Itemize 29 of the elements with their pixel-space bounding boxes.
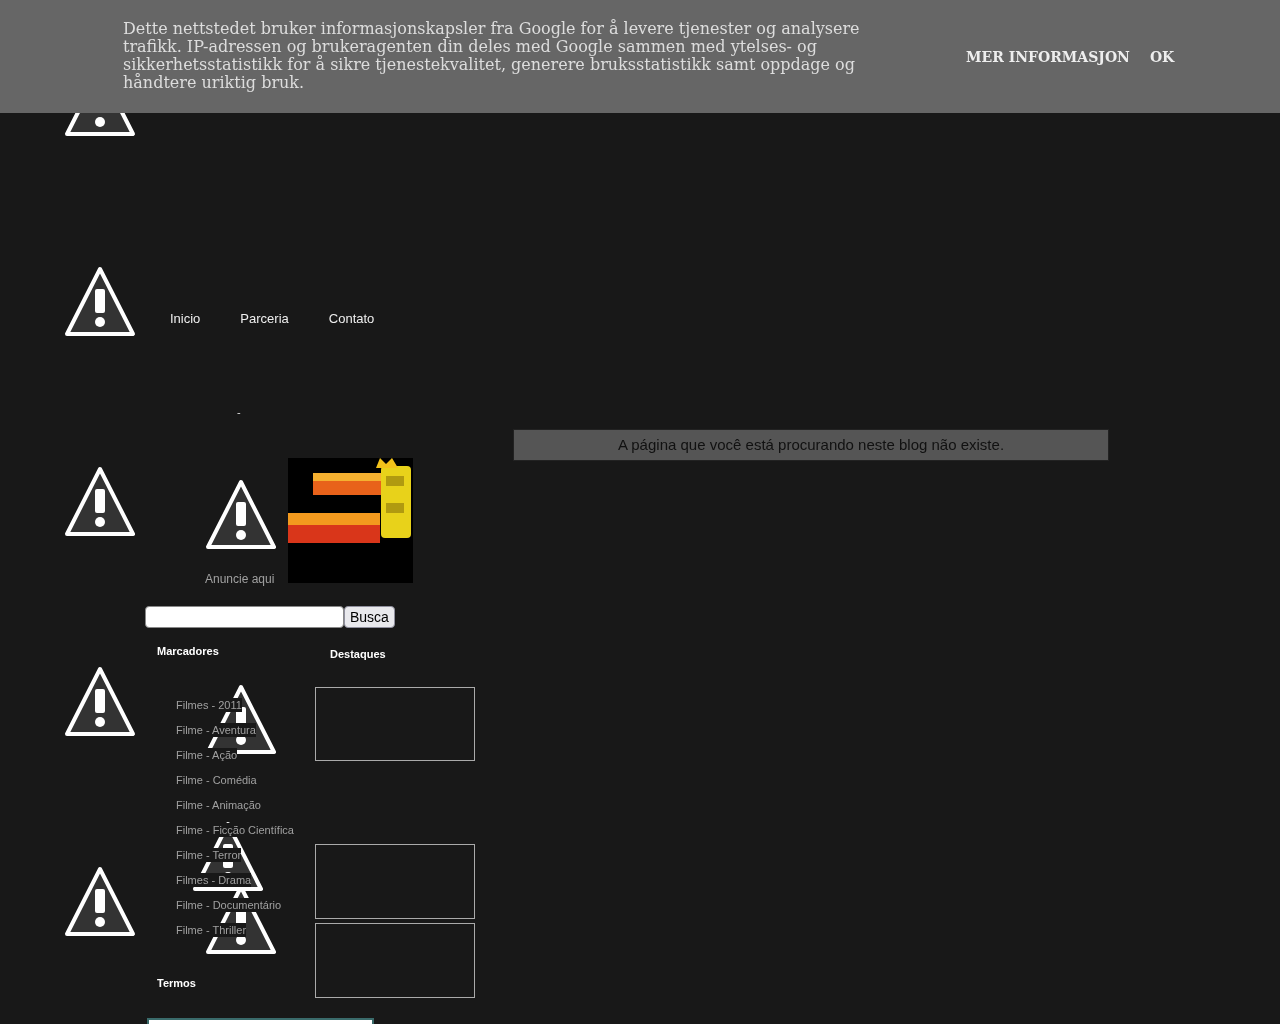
label-link[interactable]: Filme - Thriller — [176, 923, 247, 937]
advertise-text: Anuncie aqui — [205, 570, 275, 588]
label-link[interactable]: Filme - Ficção Científica — [176, 823, 294, 837]
label-link[interactable]: Filme - Terror — [176, 848, 242, 862]
label-link[interactable]: Filmes - Drama — [176, 873, 252, 887]
warning-icon — [205, 477, 277, 550]
nav-link[interactable]: Inicio — [170, 309, 201, 329]
cookie-message: Dette nettstedet bruker informasjonskapsler fra Google for å levere tjenester og analysere trafikk. IP-adressen og brukeragenten din deles med Google sammen med ytelses- og sikkerhetsstatistikk for å sikre tjenestekvalitet, generere bruksstatistikk samt oppdage og håndtere uriktig bruk. — [123, 20, 861, 92]
label-link[interactable]: Filme - Comédia — [176, 773, 257, 787]
label-link[interactable]: Filme - Aventura — [176, 723, 256, 737]
cookie-link[interactable]: OK — [1149, 47, 1175, 68]
search-button[interactable]: Busca — [344, 605, 395, 628]
section-heading: Termos — [157, 976, 196, 991]
error-message: A página que você está procurando neste blog não existe. — [513, 429, 1109, 461]
label-link[interactable]: Filme - Documentário — [176, 898, 282, 912]
warning-icon — [64, 265, 136, 337]
nav-link[interactable]: Parceria — [240, 309, 289, 329]
search-field[interactable] — [145, 605, 344, 628]
nav-link[interactable]: Contato — [328, 309, 375, 329]
label-link[interactable]: Filme - Ação — [176, 748, 238, 762]
label-link[interactable]: Filme - Animação — [176, 798, 261, 812]
section-heading: Destaques — [330, 646, 386, 662]
section-heading: Marcadores — [157, 643, 219, 659]
cookie-link[interactable]: MER INFORMASJON — [966, 47, 1130, 68]
warning-icon — [64, 665, 136, 737]
label-link[interactable]: Filmes - 2011 — [176, 698, 242, 712]
warning-icon — [64, 465, 136, 537]
warning-icon — [64, 865, 136, 937]
dash-text: - — [237, 406, 241, 418]
